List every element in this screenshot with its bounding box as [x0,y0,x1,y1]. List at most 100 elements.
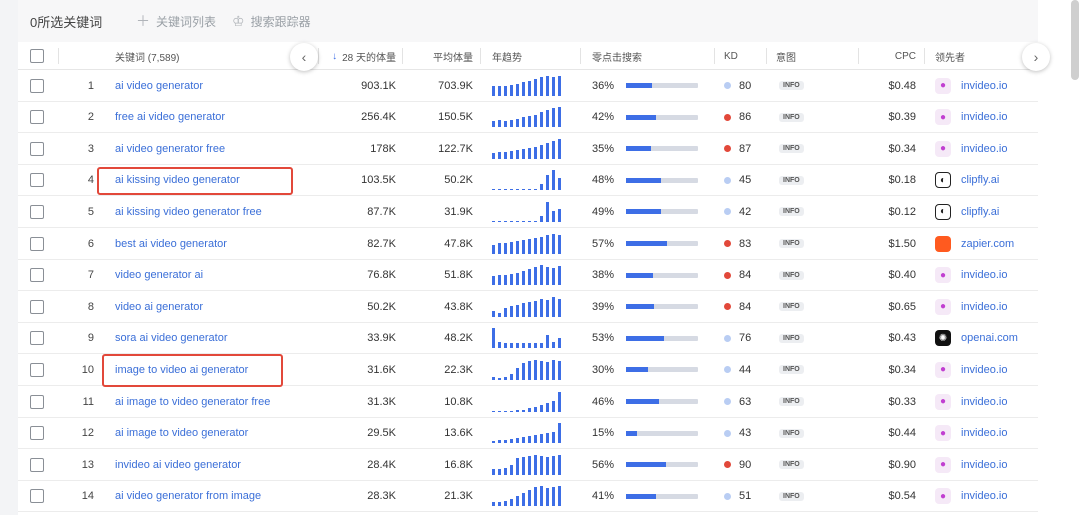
header-leader[interactable]: 领先者 [935,42,965,70]
leader-domain[interactable]: zapier.com [961,238,1014,250]
search-tracker-button[interactable]: ♔ 搜索跟踪器 [232,13,311,30]
trend-cell [492,102,561,133]
leader-cell[interactable]: zapier.com [935,228,1014,259]
keyword-link[interactable]: sora ai video generator [115,323,228,354]
keyword-link[interactable]: ai image to video generator [115,418,248,449]
zero-click-cell: 46% [592,386,698,417]
leader-cell[interactable]: ● invideo.io [935,386,1007,417]
leader-cell[interactable]: ● invideo.io [935,354,1007,385]
keyword-link[interactable]: ai video generator [115,70,203,101]
keyword-link[interactable]: ai image to video generator free [115,386,270,417]
keyword-link[interactable]: best ai video generator [115,228,227,259]
table-row[interactable]: 12 ai image to video generator 29.5K 13.6K 1… [18,418,1038,450]
leader-cell[interactable]: ● invideo.io [935,70,1007,101]
row-select-cell [30,165,44,196]
table-row[interactable]: 11 ai image to video generator free 31.3K 1… [18,386,1038,418]
keyword-link[interactable]: video generator ai [115,260,203,291]
leader-domain[interactable]: invideo.io [961,80,1007,92]
scroll-right-button[interactable]: › [1022,43,1050,71]
leader-cell[interactable]: ● invideo.io [935,260,1007,291]
row-checkbox[interactable] [30,331,44,346]
row-checkbox[interactable] [30,236,44,251]
row-checkbox[interactable] [30,394,44,409]
header-volume28[interactable]: ↓ 28 天的体量 [328,42,396,70]
row-checkbox[interactable] [30,489,44,504]
row-checkbox[interactable] [30,362,44,377]
leader-domain[interactable]: clipfly.ai [961,174,999,186]
leader-domain[interactable]: invideo.io [961,459,1007,471]
cpc-value: $1.50 [888,237,916,250]
row-checkbox[interactable] [30,141,44,156]
leader-cell[interactable]: ● invideo.io [935,291,1007,322]
row-checkbox[interactable] [30,173,44,188]
scroll-left-button[interactable]: ‹ [290,43,318,71]
table-row[interactable]: 13 invideo ai video generator 28.4K 16.8K 56… [18,449,1038,481]
table-row[interactable]: 1 ai video generator 903.1K 703.9K 36% 80 INFO… [18,70,1038,102]
leader-domain[interactable]: openai.com [961,332,1018,344]
row-select-cell [30,70,44,101]
leader-domain[interactable]: invideo.io [961,269,1007,281]
zero-click-cell: 30% [592,354,698,385]
leader-cell[interactable]: ● invideo.io [935,418,1007,449]
trend-bar [540,144,543,159]
table-row[interactable]: 5 ai kissing video generator free 87.7K 31.… [18,196,1038,228]
table-row[interactable]: 3 ai video generator free 178K 122.7K 35% 87 I… [18,133,1038,165]
table-row[interactable]: 6 best ai video generator 82.7K 47.8K 57% 83 I… [18,228,1038,260]
leader-domain[interactable]: invideo.io [961,396,1007,408]
column-divider [714,48,715,64]
row-checkbox[interactable] [30,457,44,472]
keyword-link[interactable]: invideo ai video generator [115,449,241,480]
keyword-link[interactable]: ai video generator free [115,133,225,164]
row-checkbox[interactable] [30,299,44,314]
table-row[interactable]: 2 free ai video generator 256.4K 150.5K 42% 8… [18,102,1038,134]
header-keyword[interactable]: 关键词 (7,589) [115,42,179,70]
vertical-scrollbar[interactable] [1071,0,1079,80]
intent-badge: INFO [779,428,804,438]
row-checkbox[interactable] [30,204,44,219]
leader-cell[interactable]: ◐ clipfly.ai [935,165,999,196]
row-select-cell [30,481,44,512]
header-zero-click[interactable]: 零点击搜索 [592,42,642,70]
row-checkbox[interactable] [30,78,44,93]
leader-domain[interactable]: invideo.io [961,143,1007,155]
keyword-link[interactable]: ai video generator from image [115,481,261,512]
leader-domain[interactable]: invideo.io [961,427,1007,439]
leader-cell[interactable]: ● invideo.io [935,481,1007,512]
header-cpc[interactable]: CPC [868,42,916,70]
kd-dot-icon [724,429,731,437]
leader-cell[interactable]: ● invideo.io [935,133,1007,164]
table-row[interactable]: 14 ai video generator from image 28.3K 21.3… [18,481,1038,513]
trend-bar [492,502,495,507]
leader-domain[interactable]: invideo.io [961,490,1007,502]
leader-cell[interactable]: ✺ openai.com [935,323,1018,354]
keyword-link[interactable]: video ai generator [115,291,203,322]
header-intent[interactable]: 意图 [776,42,796,70]
keyword-link[interactable]: ai kissing video generator free [115,196,262,227]
leader-domain[interactable]: invideo.io [961,364,1007,376]
trend-bar [558,338,561,349]
row-checkbox[interactable] [30,110,44,125]
trend-sparkline [492,170,561,191]
select-all-checkbox[interactable] [30,49,44,63]
table-row[interactable]: 7 video generator ai 76.8K 51.8K 38% 84 INFO $0… [18,260,1038,292]
leader-domain[interactable]: invideo.io [961,301,1007,313]
leader-domain[interactable]: clipfly.ai [961,206,999,218]
header-trend[interactable]: 年趋势 [492,42,522,70]
header-avg-volume[interactable]: 平均体量 [410,42,473,70]
table-row[interactable]: 9 sora ai video generator 33.9K 48.2K 53% 76 I… [18,323,1038,355]
row-checkbox[interactable] [30,268,44,283]
row-checkbox[interactable] [30,426,44,441]
intent-cell: INFO [779,418,804,449]
trend-bar [516,149,519,159]
keyword-link[interactable]: free ai video generator [115,102,225,133]
trend-bar [492,310,495,317]
leader-cell[interactable]: ● invideo.io [935,102,1007,133]
header-kd[interactable]: KD [724,42,738,70]
keyword-list-button[interactable]: ＋ 关键词列表 [136,11,216,31]
zero-click-value: 39% [592,300,615,313]
leader-cell[interactable]: ● invideo.io [935,449,1007,480]
table-row[interactable]: 8 video ai generator 50.2K 43.8K 39% 84 INFO $0… [18,291,1038,323]
invideo-logo-icon: ● [935,393,951,410]
leader-cell[interactable]: ◐ clipfly.ai [935,196,999,227]
leader-domain[interactable]: invideo.io [961,111,1007,123]
